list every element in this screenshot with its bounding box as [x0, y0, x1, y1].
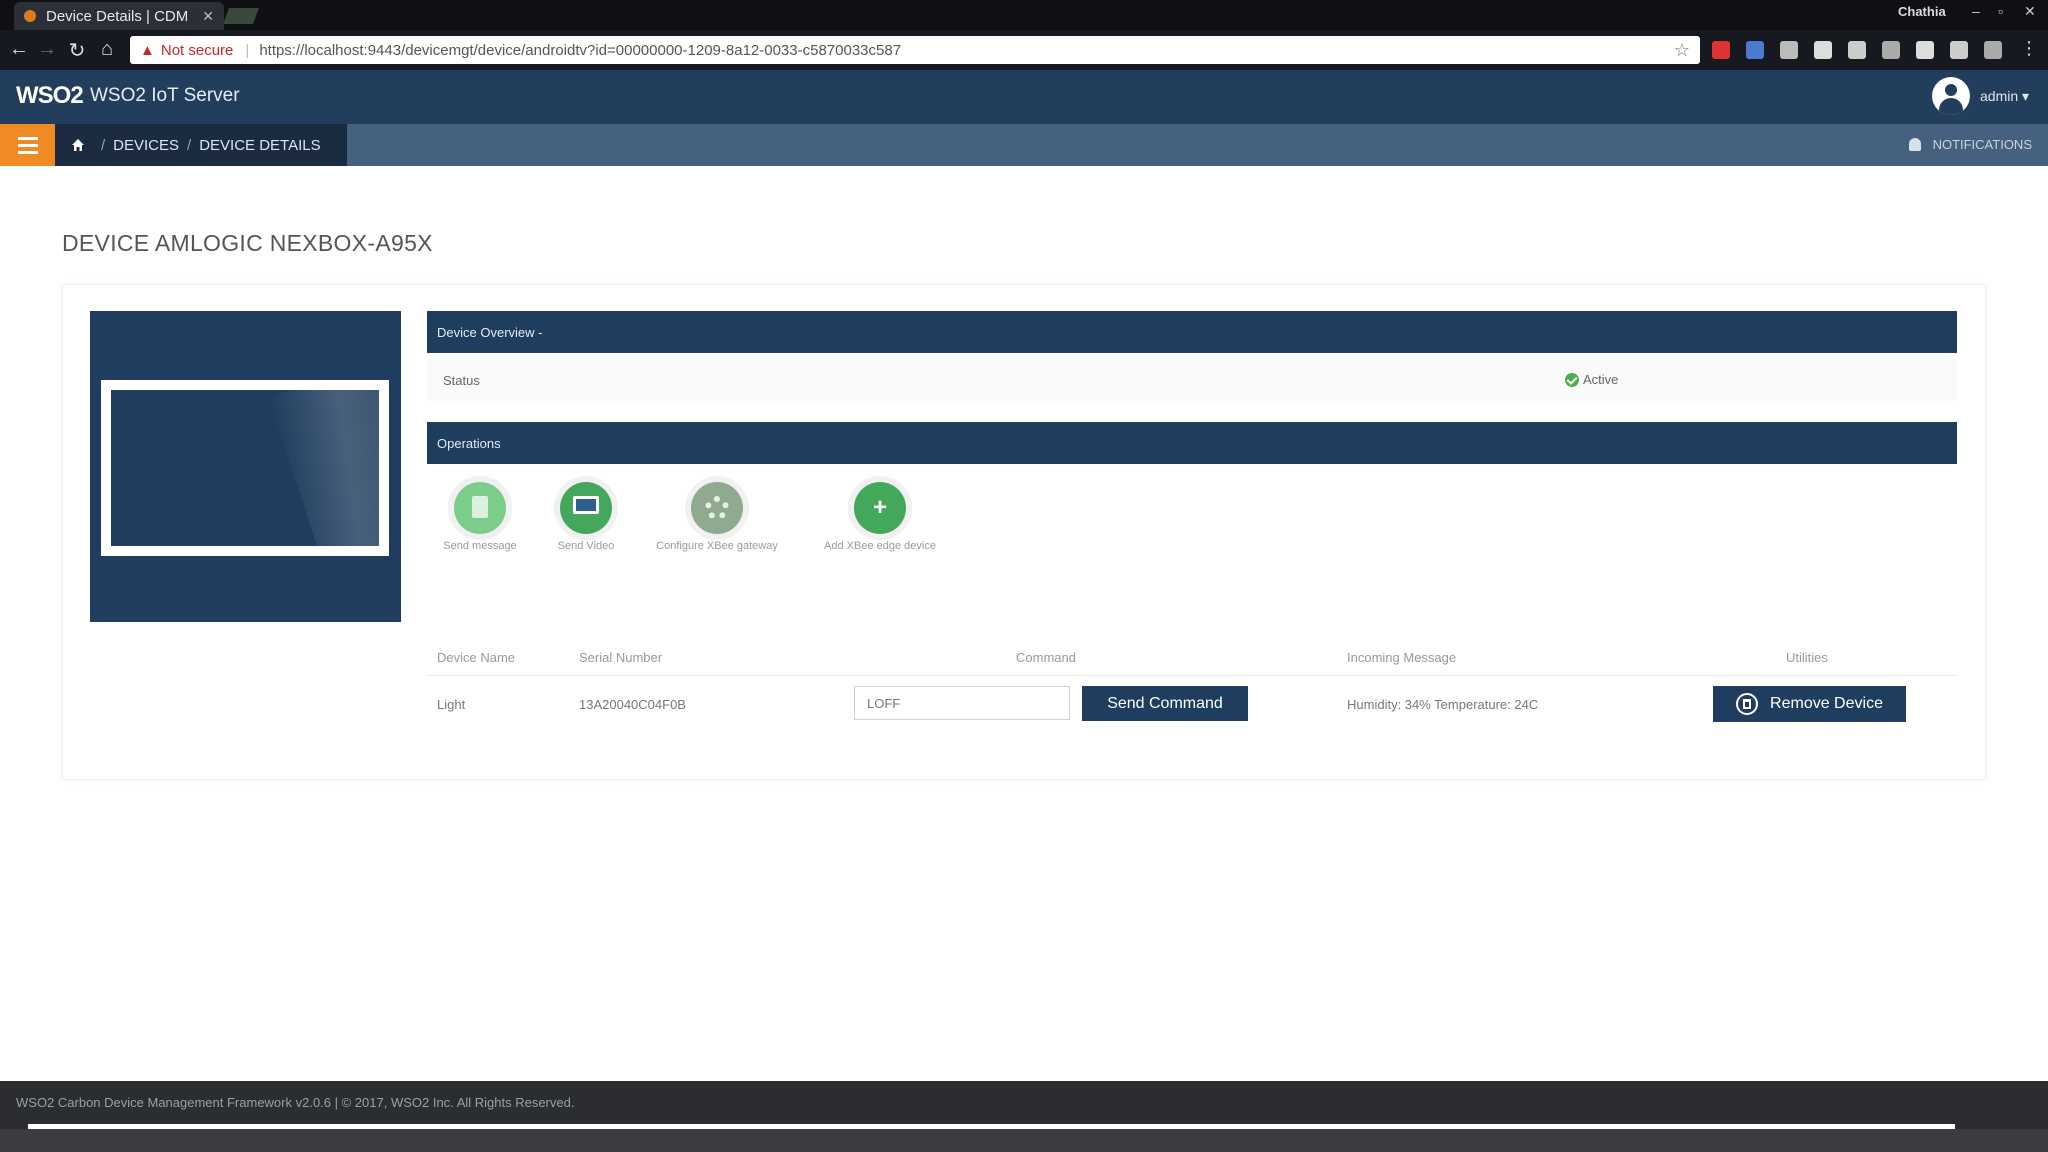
address-bar[interactable]: ▲ Not secure | https://localhost:9443/de…: [130, 36, 1700, 64]
incoming-message-cell: Humidity: 34% Temperature: 24C: [1347, 697, 1539, 712]
extension-icon[interactable]: [1780, 41, 1798, 59]
browser-menu-icon[interactable]: ⋮: [2018, 38, 2040, 59]
send-command-button[interactable]: Send Command: [1082, 686, 1248, 721]
wso2-logo[interactable]: WSO2: [16, 82, 84, 110]
status-value: Active: [1583, 372, 1619, 387]
close-window-icon[interactable]: ✕: [2024, 3, 2036, 20]
extension-icon[interactable]: [1950, 41, 1968, 59]
column-header-device-name: Device Name: [437, 650, 516, 665]
breadcrumb-devices[interactable]: DEVICES: [113, 137, 179, 154]
extension-icon[interactable]: [1814, 41, 1832, 59]
breadcrumb-separator: /: [101, 136, 106, 154]
browser-tab[interactable]: Device Details | CDM ✕: [14, 2, 224, 30]
add-xbee-edge-device-operation[interactable]: + Add XBee edge device: [810, 482, 950, 552]
column-header-utilities: Utilities: [1786, 650, 1828, 665]
extension-icon[interactable]: [1882, 41, 1900, 59]
home-icon[interactable]: ⌂: [96, 38, 118, 61]
hamburger-menu-icon[interactable]: [0, 124, 55, 166]
footer-text: WSO2 Carbon Device Management Framework …: [16, 1095, 575, 1110]
bottom-overlay: [0, 1129, 2048, 1152]
user-avatar-icon[interactable]: [1932, 77, 1970, 115]
send-message-operation[interactable]: Send message: [432, 482, 528, 552]
bell-icon: [1908, 138, 1921, 151]
logo-text: WSO2: [16, 82, 84, 109]
status-badge: Active: [1565, 372, 1618, 387]
operations-header: Operations: [427, 422, 1957, 464]
security-label[interactable]: Not secure: [161, 42, 234, 59]
reload-icon[interactable]: ↻: [66, 38, 88, 63]
serial-number-cell: 13A20040C04F0B: [579, 697, 686, 712]
configure-xbee-gateway-operation[interactable]: Configure XBee gateway: [644, 482, 790, 552]
remove-device-button[interactable]: Remove Device: [1713, 686, 1906, 722]
page-title: DEVICE AMLOGIC NEXBOX-A95X: [62, 230, 433, 256]
app-header: WSO2 WSO2 IoT Server admin ▾: [0, 70, 2048, 124]
app-name: WSO2 IoT Server: [90, 85, 240, 106]
status-row: Status Active: [427, 359, 1957, 401]
extension-icon[interactable]: [1916, 41, 1934, 59]
extension-icon[interactable]: [1712, 41, 1730, 59]
notifications-link[interactable]: NOTIFICATIONS: [1908, 137, 2032, 152]
window-profile-name[interactable]: Chathia: [1898, 4, 1946, 19]
breadcrumb-device-details[interactable]: DEVICE DETAILS: [199, 137, 320, 154]
column-header-command: Command: [1016, 650, 1076, 665]
bookmark-star-icon[interactable]: ☆: [1674, 40, 1690, 61]
warning-icon[interactable]: ▲: [140, 42, 155, 59]
maximize-icon[interactable]: ▫: [1998, 3, 2003, 19]
favicon-icon: [24, 10, 36, 22]
breadcrumb-separator: /: [187, 136, 192, 154]
table-divider: [427, 675, 1957, 676]
check-circle-icon: [1565, 372, 1579, 387]
minimize-icon[interactable]: –: [1972, 3, 1980, 19]
breadcrumb: / DEVICES / DEVICE DETAILS: [55, 124, 347, 166]
breadcrumb-bar: / DEVICES / DEVICE DETAILS NOTIFICATIONS: [0, 124, 2048, 166]
operation-label: Send message: [443, 540, 517, 552]
send-video-operation[interactable]: Send Video: [538, 482, 634, 552]
browser-tab-bar: Device Details | CDM ✕ Chathia – ▫ ✕: [0, 0, 2048, 30]
extension-icon[interactable]: [1984, 41, 2002, 59]
home-breadcrumb-icon[interactable]: [71, 138, 85, 152]
message-icon: [454, 482, 506, 534]
column-header-incoming-message: Incoming Message: [1347, 650, 1457, 665]
url-text[interactable]: https://localhost:9443/devicemgt/device/…: [259, 42, 1674, 59]
monitor-icon: [560, 482, 612, 534]
operation-label: Send Video: [557, 540, 615, 552]
address-divider: |: [245, 41, 250, 59]
command-input[interactable]: [854, 686, 1070, 720]
close-tab-icon[interactable]: ✕: [202, 8, 214, 25]
gear-icon: [691, 482, 743, 534]
status-label: Status: [443, 373, 480, 388]
device-image: [90, 311, 401, 622]
device-overview-header[interactable]: Device Overview -: [427, 311, 1957, 353]
trash-icon: [1736, 693, 1759, 715]
forward-icon[interactable]: →: [36, 38, 58, 61]
extension-icon[interactable]: [1848, 41, 1866, 59]
operation-label: Add XBee edge device: [824, 540, 936, 552]
tv-icon: [101, 380, 389, 556]
user-menu[interactable]: admin ▾: [1980, 88, 2029, 105]
column-header-serial-number: Serial Number: [579, 650, 663, 665]
browser-toolbar: ← → ↻ ⌂ ▲ Not secure | https://localhost…: [0, 30, 2048, 70]
tab-title: Device Details | CDM: [46, 7, 189, 25]
operation-label: Configure XBee gateway: [656, 540, 778, 552]
device-name-cell: Light: [437, 697, 466, 712]
notifications-label: NOTIFICATIONS: [1932, 137, 2032, 152]
progress-track[interactable]: [28, 1124, 1955, 1129]
back-icon[interactable]: ←: [8, 38, 30, 61]
remove-device-label: Remove Device: [1770, 695, 1883, 712]
extension-icon[interactable]: [1746, 41, 1764, 59]
new-tab-button[interactable]: [223, 8, 259, 24]
plus-icon: +: [854, 482, 906, 534]
